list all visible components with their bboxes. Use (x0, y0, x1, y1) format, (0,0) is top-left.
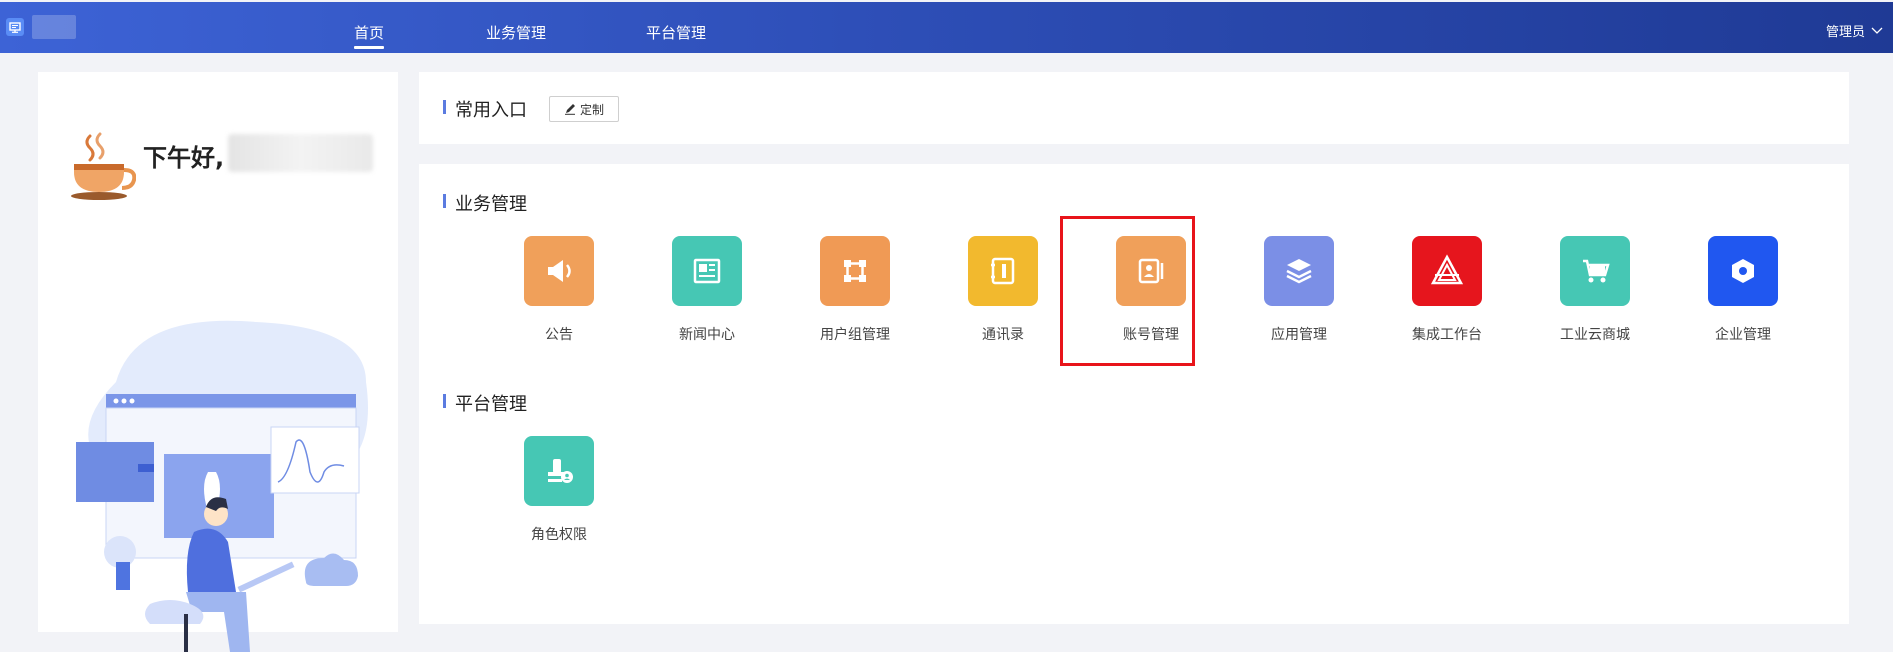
app-enterprise-management[interactable]: 企业管理 (1693, 236, 1793, 344)
app-address-book[interactable]: 通讯录 (953, 236, 1053, 344)
integration-logo-icon (1412, 236, 1482, 306)
newspaper-icon (672, 236, 742, 306)
megaphone-icon (524, 236, 594, 306)
app-label: 应用管理 (1271, 327, 1327, 343)
nav-home[interactable]: 首页 (354, 22, 385, 49)
coffee-cup-icon (71, 132, 136, 200)
app-label: 用户组管理 (820, 327, 890, 343)
role-permission-icon (524, 436, 594, 506)
user-name: 管理员 (1825, 25, 1865, 40)
brand-logo-placeholder (32, 15, 76, 39)
chevron-down-icon (1871, 27, 1883, 34)
app-label: 账号管理 (1123, 327, 1179, 343)
app-label: 工业云商城 (1560, 327, 1630, 343)
app-label: 角色权限 (531, 527, 587, 543)
main-apps-panel: 业务管理 公告 新闻中心 用户组管理 通讯录 账号管理 应用管理 集成工作台 工… (419, 164, 1849, 624)
app-label: 新闻中心 (679, 327, 735, 343)
nav-business-management[interactable]: 业务管理 (486, 22, 546, 43)
app-label: 企业管理 (1715, 327, 1771, 343)
app-label: 公告 (545, 327, 573, 343)
app-label: 通讯录 (982, 327, 1024, 343)
app-news-center[interactable]: 新闻中心 (657, 236, 757, 344)
layers-icon (1264, 236, 1334, 306)
hexagon-icon (1708, 236, 1778, 306)
user-group-icon (820, 236, 890, 306)
top-nav-bar: 首页 业务管理 平台管理 管理员 (0, 2, 1893, 53)
app-account-management[interactable]: 账号管理 (1101, 236, 1201, 344)
user-menu[interactable]: 管理员 (1826, 21, 1883, 40)
shopping-cart-icon (1560, 236, 1630, 306)
account-card-icon (1116, 236, 1186, 306)
workspace-illustration (76, 320, 368, 652)
app-application-management[interactable]: 应用管理 (1249, 236, 1349, 344)
app-industrial-cloud-mall[interactable]: 工业云商城 (1545, 236, 1645, 344)
app-integration-workbench[interactable]: 集成工作台 (1397, 236, 1497, 344)
common-entry-title: 常用入口 (443, 96, 527, 122)
app-announcement[interactable]: 公告 (509, 236, 609, 344)
app-user-group-management[interactable]: 用户组管理 (805, 236, 905, 344)
user-name-redacted (228, 134, 373, 172)
business-section-title: 业务管理 (443, 190, 527, 216)
nav-platform-management[interactable]: 平台管理 (646, 22, 706, 43)
app-role-permission[interactable]: 角色权限 (509, 436, 609, 544)
customize-button-label: 定制 (579, 102, 604, 117)
platform-section-title: 平台管理 (443, 390, 527, 416)
address-book-icon (968, 236, 1038, 306)
app-label: 集成工作台 (1412, 327, 1482, 343)
greeting-text: 下午好, (143, 144, 225, 172)
greeting-card: 下午好, (38, 72, 398, 652)
edit-pencil-icon (564, 104, 575, 115)
common-entry-panel: 常用入口 定制 (419, 72, 1849, 144)
monitor-logo-icon[interactable] (6, 18, 24, 36)
customize-button[interactable]: 定制 (549, 96, 619, 122)
